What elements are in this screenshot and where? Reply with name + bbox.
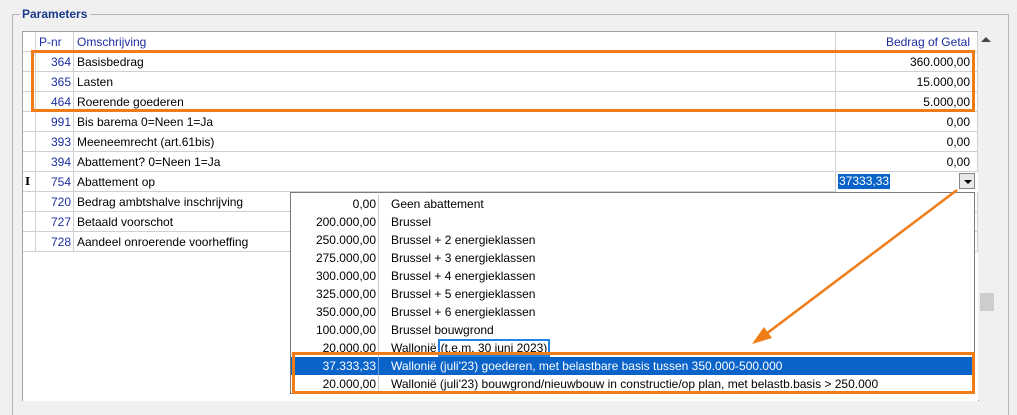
annotation-arrow-icon [752, 189, 958, 344]
